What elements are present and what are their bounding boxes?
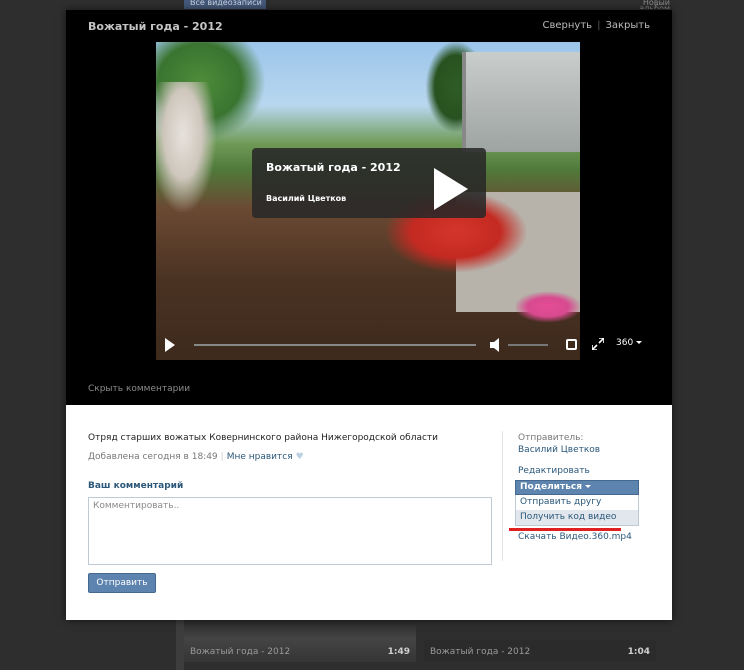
video-player-area: Вожатый года - 2012 Свернуть | Закрыть Вож… <box>66 10 672 405</box>
chevron-down-icon <box>636 341 643 344</box>
all-videos-tab[interactable]: Все видеозаписи <box>184 0 266 9</box>
chevron-down-icon <box>585 485 592 488</box>
video-meta: Добавлена сегодня в 18:49 | Мне нравится ♥ <box>88 452 304 462</box>
send-button[interactable]: Отправить <box>88 573 156 593</box>
bg-column-left <box>176 620 184 670</box>
divider: | <box>597 20 601 31</box>
play-icon[interactable] <box>434 168 468 210</box>
column-divider <box>502 431 503 561</box>
thumb-duration: 1:49 <box>387 647 410 657</box>
volume-slider[interactable] <box>508 344 548 346</box>
menu-item-get-video-code[interactable]: Получить код видео <box>516 510 638 525</box>
menu-item-send-to-friend[interactable]: Отправить другу <box>516 495 638 510</box>
play-icon[interactable] <box>165 338 175 352</box>
video-modal: Вожатый года - 2012 Свернуть | Закрыть Вож… <box>66 10 672 620</box>
video-info-overlay[interactable]: Вожатый года - 2012 Василий Цветков <box>252 148 486 218</box>
share-label: Поделиться <box>520 482 583 492</box>
new-album-link[interactable]: Новый альбом <box>610 0 670 9</box>
overlay-title: Вожатый года - 2012 <box>266 161 401 174</box>
modal-title: Вожатый года - 2012 <box>88 20 223 33</box>
like-link[interactable]: Мне нравится <box>227 452 293 462</box>
close-link[interactable]: Закрыть <box>605 20 650 31</box>
progress-bar[interactable] <box>194 344 476 346</box>
video-frame[interactable]: Вожатый года - 2012 Василий Цветков <box>156 42 580 360</box>
sender-label: Отправитель: <box>518 433 584 443</box>
video-scene-person <box>156 82 216 212</box>
video-scene-monument <box>462 52 580 152</box>
volume-icon[interactable] <box>490 338 502 352</box>
video-description: Отряд старших вожатых Ковернинского райо… <box>88 433 438 443</box>
video-thumbnail[interactable]: Вожатый года - 2012 1:04 <box>424 640 656 662</box>
hide-comments-link[interactable]: Скрыть комментарии <box>88 384 190 394</box>
video-scene-object <box>516 292 580 322</box>
thumb-title: Вожатый года - 2012 <box>430 647 531 657</box>
edit-link[interactable]: Редактировать <box>518 466 590 476</box>
player-controls: 360 <box>156 330 643 360</box>
comment-label: Ваш комментарий <box>88 481 184 491</box>
overlay-author: Василий Цветков <box>266 194 347 203</box>
thumb-title: Вожатый года - 2012 <box>190 647 291 657</box>
repeat-icon[interactable] <box>566 339 577 350</box>
quality-value: 360 <box>616 338 634 348</box>
fullscreen-icon[interactable] <box>592 338 604 350</box>
sender-name-link[interactable]: Василий Цветков <box>518 445 600 455</box>
video-thumbnail[interactable]: Вожатый года - 2012 1:49 <box>184 620 416 662</box>
minimize-link[interactable]: Свернуть <box>543 20 593 31</box>
quality-selector[interactable]: 360 <box>616 338 643 348</box>
added-date: Добавлена сегодня в 18:49 <box>88 452 218 462</box>
share-menu: Отправить другу Получить код видео <box>515 495 639 526</box>
download-link[interactable]: Скачать Видео.360.mp4 <box>518 532 632 542</box>
heart-icon[interactable]: ♥ <box>296 452 304 462</box>
share-button[interactable]: Поделиться <box>515 480 639 495</box>
highlight-underline <box>509 528 621 531</box>
divider: | <box>220 452 224 462</box>
comment-input[interactable] <box>88 497 492 565</box>
thumb-duration: 1:04 <box>627 647 650 657</box>
modal-header-links: Свернуть | Закрыть <box>543 20 650 31</box>
